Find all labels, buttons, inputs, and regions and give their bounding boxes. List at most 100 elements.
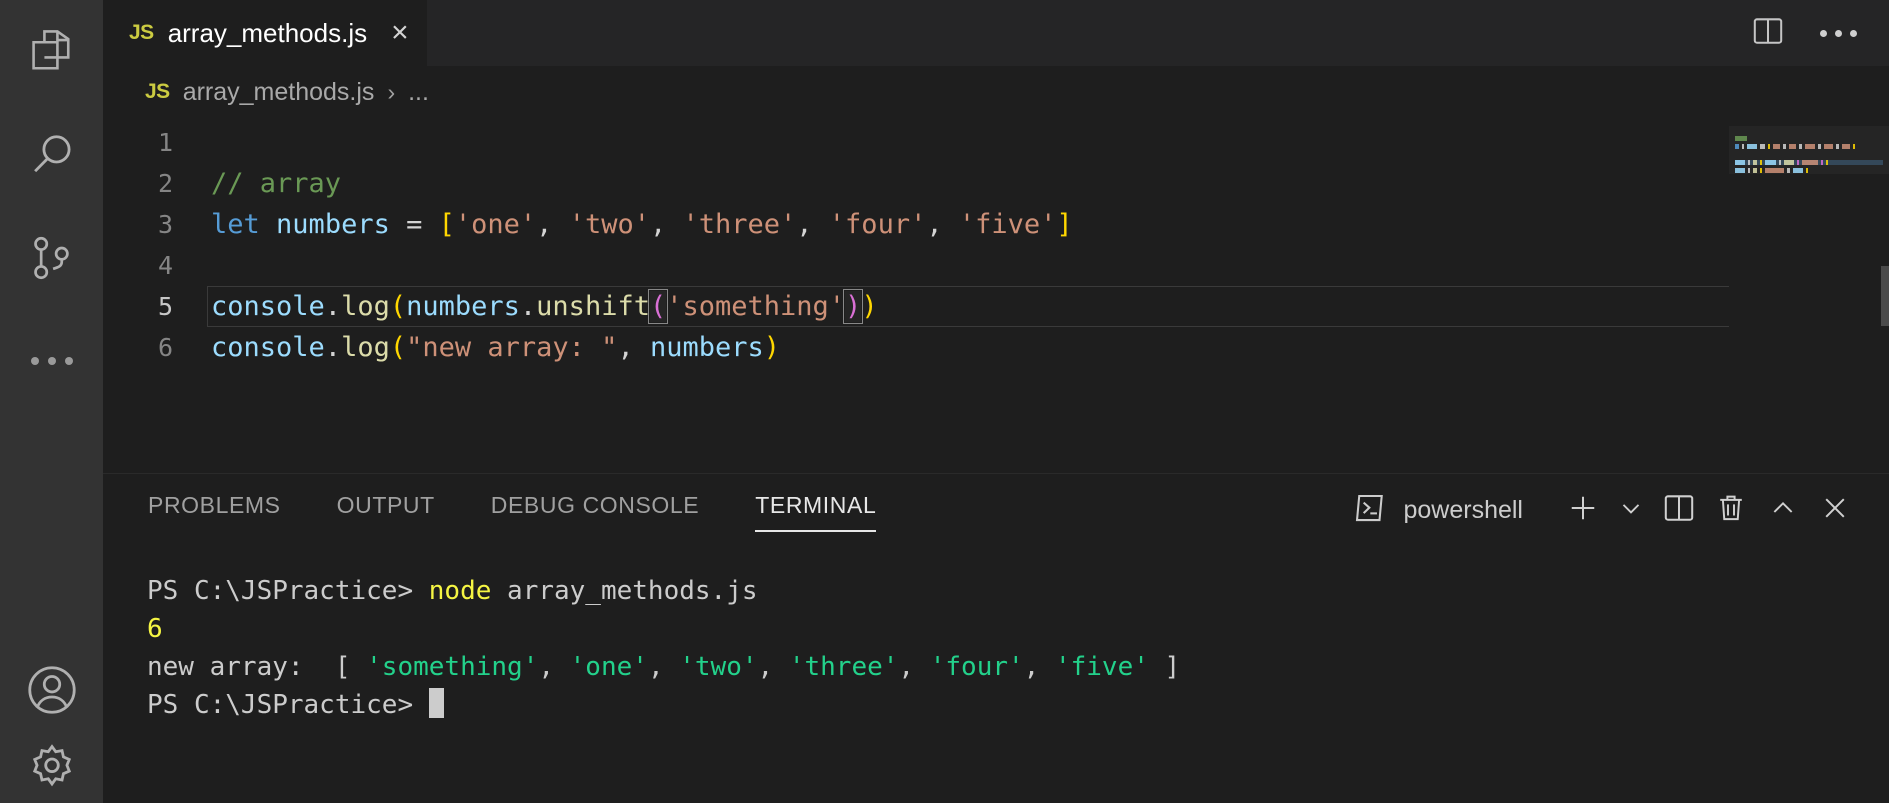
line-content: let numbers = ['one', 'two', 'three', 'f… bbox=[207, 204, 1073, 245]
sidebar-item-explorer[interactable] bbox=[0, 0, 103, 103]
code-line[interactable]: 3 let numbers = ['one', 'two', 'three', '… bbox=[103, 204, 1889, 245]
minimap-token bbox=[1835, 144, 1839, 149]
minimap-slider[interactable] bbox=[1729, 126, 1889, 174]
chevron-down-icon bbox=[1616, 493, 1646, 528]
code-token: ( bbox=[389, 291, 407, 322]
code-line[interactable]: 6 console.log("new array: ", numbers) bbox=[103, 327, 1889, 368]
line-number: 4 bbox=[157, 251, 173, 280]
minimap-token bbox=[1824, 144, 1833, 149]
minimap-token bbox=[1788, 144, 1797, 149]
explorer-icon bbox=[26, 26, 78, 78]
terminal-output[interactable]: PS C:\JSPractice> node array_methods.js 6… bbox=[103, 546, 1889, 803]
minimap-token bbox=[1760, 160, 1763, 165]
code-token: log bbox=[341, 332, 390, 363]
code-token: , bbox=[796, 209, 829, 240]
sidebar-item-search[interactable] bbox=[0, 103, 103, 206]
split-terminal-icon bbox=[1661, 490, 1697, 531]
line-content: console.log(numbers.unshift('something')… bbox=[207, 286, 878, 327]
minimap-token bbox=[1806, 168, 1809, 173]
panel-tab-problems[interactable]: PROBLEMS bbox=[148, 474, 281, 546]
code-token: console bbox=[211, 332, 325, 363]
minimap-token bbox=[1767, 144, 1770, 149]
breadcrumb-file[interactable]: array_methods.js bbox=[183, 78, 375, 107]
editor-tab-array-methods[interactable]: JS array_methods.js × bbox=[103, 0, 428, 66]
kill-terminal-button[interactable] bbox=[1705, 484, 1757, 536]
code-token: 'four' bbox=[828, 209, 927, 240]
split-editor-button[interactable] bbox=[1750, 13, 1786, 54]
line-number: 3 bbox=[157, 210, 173, 239]
maximize-panel-button[interactable] bbox=[1757, 484, 1809, 536]
settings-button[interactable] bbox=[0, 741, 103, 803]
chevron-up-icon bbox=[1767, 492, 1799, 529]
code-line[interactable]: 4 bbox=[103, 245, 1889, 286]
panel-tab-debug-console[interactable]: DEBUG CONSOLE bbox=[491, 474, 699, 546]
panel-tab-output[interactable]: OUTPUT bbox=[337, 474, 435, 546]
minimap-token bbox=[1820, 160, 1823, 165]
split-terminal-button[interactable] bbox=[1653, 484, 1705, 536]
more-actions-icon bbox=[1820, 29, 1857, 37]
minimap-token bbox=[1747, 144, 1758, 149]
code-token: ) bbox=[763, 332, 781, 363]
terminal-line: 6 bbox=[147, 610, 1889, 648]
trash-icon bbox=[1713, 490, 1749, 531]
editor-tab-label: array_methods.js bbox=[167, 17, 368, 48]
more-views-icon bbox=[30, 356, 73, 365]
close-panel-button[interactable] bbox=[1809, 484, 1861, 536]
breadcrumb[interactable]: JS array_methods.js › ... bbox=[103, 66, 1889, 118]
line-number: 5 bbox=[157, 292, 173, 321]
terminal-line: PS C:\JSPractice> node array_methods.js bbox=[147, 572, 1889, 610]
vscode-window: JS array_methods.js × JS array_methods.j… bbox=[0, 0, 1889, 803]
account-button[interactable] bbox=[0, 638, 103, 741]
code-token: 'one' bbox=[454, 209, 537, 240]
terminal-text: 'two' bbox=[679, 652, 758, 682]
breadcrumb-overflow[interactable]: ... bbox=[408, 78, 429, 107]
terminal-text: PS C:\JSPractice> bbox=[147, 576, 429, 606]
code-line[interactable]: 5 console.log(numbers.unshift('something'… bbox=[103, 286, 1889, 327]
code-token: numbers bbox=[406, 291, 520, 322]
panel-tab-terminal[interactable]: TERMINAL bbox=[755, 474, 877, 546]
terminal-text: PS C:\JSPractice> bbox=[147, 690, 429, 720]
terminal-text: 'five' bbox=[1054, 652, 1149, 682]
minimap-token bbox=[1793, 168, 1804, 173]
minimap-token bbox=[1853, 144, 1856, 149]
code-token: . bbox=[519, 291, 537, 322]
terminal-powershell-icon bbox=[1351, 489, 1389, 532]
terminal-text: 'one' bbox=[569, 652, 648, 682]
minimap-token bbox=[1753, 168, 1758, 173]
terminal-text: 'four' bbox=[929, 652, 1024, 682]
close-icon[interactable]: × bbox=[391, 18, 409, 48]
line-content: console.log("new array: ", numbers) bbox=[207, 327, 780, 368]
terminal-text: 'three' bbox=[788, 652, 899, 682]
minimap-token bbox=[1801, 160, 1818, 165]
code-editor[interactable]: 1 2 // array 3 let numbers = ['one', 'two', … bbox=[103, 118, 1889, 473]
code-line[interactable]: 1 bbox=[103, 122, 1889, 163]
code-token: , bbox=[926, 209, 959, 240]
code-token: 'something' bbox=[666, 291, 846, 322]
code-token: 'three' bbox=[682, 209, 797, 240]
code-token: let bbox=[211, 209, 260, 240]
code-token: numbers bbox=[276, 209, 390, 240]
line-number: 1 bbox=[157, 128, 173, 157]
new-terminal-button[interactable] bbox=[1557, 484, 1609, 536]
terminal-text: , bbox=[757, 652, 789, 682]
editor-scrollbar[interactable] bbox=[1881, 266, 1889, 326]
terminal-text: 'something' bbox=[366, 652, 539, 682]
minimap-token bbox=[1778, 160, 1781, 165]
sidebar-item-more-views[interactable] bbox=[0, 309, 103, 412]
minimap-token bbox=[1772, 144, 1781, 149]
minimap-token bbox=[1799, 144, 1803, 149]
breadcrumb-js-icon: JS bbox=[145, 80, 170, 103]
editor-actions bbox=[1750, 0, 1889, 66]
terminal-text: , bbox=[898, 652, 930, 682]
sidebar-item-source-control[interactable] bbox=[0, 206, 103, 309]
code-lines: 1 2 // array 3 let numbers = ['one', 'two', … bbox=[103, 118, 1889, 368]
terminal-profile-button[interactable]: powershell bbox=[1351, 489, 1557, 532]
terminal-name-label: powershell bbox=[1403, 495, 1523, 524]
code-line[interactable]: 2 // array bbox=[103, 163, 1889, 204]
bottom-panel: PROBLEMS OUTPUT DEBUG CONSOLE TERMINAL powe… bbox=[103, 473, 1889, 803]
minimap-token bbox=[1783, 160, 1794, 165]
minimap[interactable] bbox=[1729, 118, 1889, 473]
settings-gear-icon bbox=[24, 741, 80, 797]
terminal-profile-dropdown-button[interactable] bbox=[1609, 484, 1653, 536]
more-editor-actions-button[interactable] bbox=[1820, 29, 1857, 37]
